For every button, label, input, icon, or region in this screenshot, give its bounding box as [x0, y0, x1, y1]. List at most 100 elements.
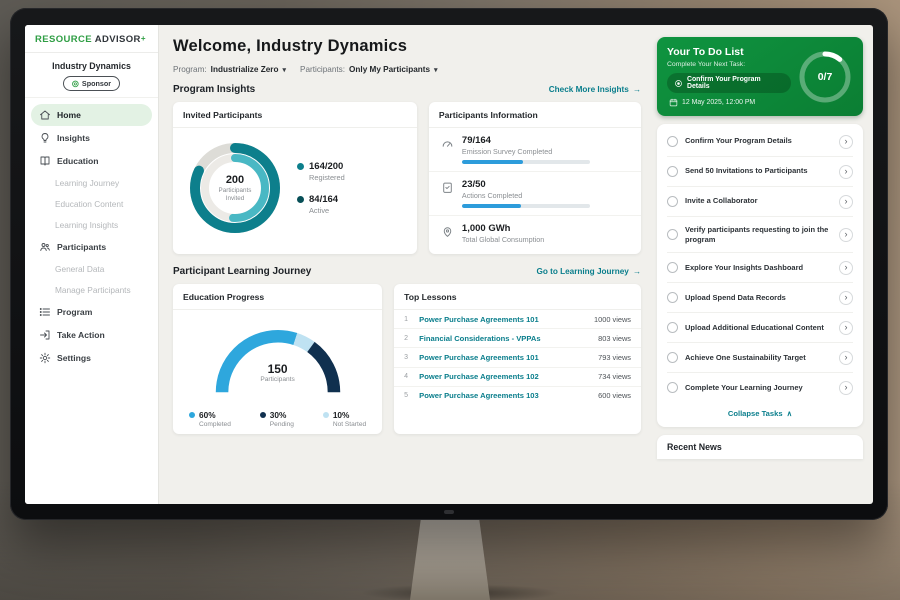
- legend-dot: [297, 196, 304, 203]
- lesson-link[interactable]: Power Purchase Agreements 103: [419, 391, 591, 400]
- lesson-row[interactable]: 4 Power Purchase Agreements 102 734 view…: [394, 368, 641, 387]
- legend-label: Registered: [309, 173, 345, 182]
- sidebar-item-label: Manage Participants: [55, 285, 131, 295]
- target-icon: ◎: [72, 80, 79, 88]
- legend-label: Pending: [270, 421, 294, 428]
- collapse-tasks-button[interactable]: Collapse Tasks ∧: [667, 402, 853, 422]
- task-item[interactable]: Verify participants requesting to join t…: [667, 217, 853, 253]
- arrow-right-icon: →: [633, 85, 641, 94]
- task-item[interactable]: Explore Your Insights Dashboard ›: [667, 253, 853, 283]
- task-checkbox[interactable]: [667, 352, 678, 363]
- org-name: Industry Dynamics: [33, 61, 150, 71]
- lesson-row[interactable]: 1 Power Purchase Agreements 101 1000 vie…: [394, 310, 641, 329]
- info-value: 79/164: [462, 135, 590, 146]
- invited-donut-chart: 200 Participants Invited: [183, 136, 287, 240]
- task-checkbox[interactable]: [667, 229, 678, 240]
- lesson-link[interactable]: Financial Considerations - VPPAs: [419, 334, 591, 343]
- brand-secondary: ADVISOR: [95, 34, 141, 45]
- task-item[interactable]: Upload Spend Data Records ›: [667, 283, 853, 313]
- sidebar-item-label: Education: [57, 156, 99, 166]
- recent-news-header[interactable]: Recent News: [657, 435, 863, 459]
- sidebar-item-home[interactable]: Home: [31, 104, 152, 126]
- lesson-views: 734 views: [598, 372, 631, 381]
- lesson-link[interactable]: Power Purchase Agreements 101: [419, 315, 587, 324]
- chevron-right-icon[interactable]: ›: [839, 165, 853, 179]
- go-to-learning-journey-link[interactable]: Go to Learning Journey →: [536, 267, 641, 276]
- lesson-rank: 5: [404, 392, 412, 399]
- sidebar-item-insights[interactable]: Insights: [31, 127, 152, 149]
- check-more-insights-link[interactable]: Check More Insights →: [549, 85, 641, 94]
- task-item[interactable]: Confirm Your Program Details ›: [667, 127, 853, 157]
- sidebar-item-general-data[interactable]: General Data: [31, 259, 152, 279]
- task-item[interactable]: Achieve One Sustainability Target ›: [667, 343, 853, 373]
- task-item[interactable]: Upload Additional Educational Content ›: [667, 313, 853, 343]
- next-task-chip[interactable]: Confirm Your Program Details: [667, 73, 791, 93]
- participants-select[interactable]: Only My Participants ▾: [349, 65, 438, 74]
- chevron-right-icon[interactable]: ›: [839, 135, 853, 149]
- participants-information-card: Participants Information 79/164 Emission…: [429, 102, 641, 254]
- chevron-right-icon[interactable]: ›: [839, 381, 853, 395]
- chevron-up-icon: ∧: [787, 409, 793, 418]
- donut-center: 200 Participants Invited: [183, 136, 287, 240]
- sidebar-item-settings[interactable]: Settings: [31, 347, 152, 369]
- task-checkbox[interactable]: [667, 292, 678, 303]
- app-logo: RESOURCE ADVISOR+: [25, 25, 158, 53]
- lesson-row[interactable]: 3 Power Purchase Agreements 101 793 view…: [394, 348, 641, 367]
- progress-bar: [462, 160, 590, 164]
- participants-select-value: Only My Participants: [349, 65, 430, 74]
- sidebar-item-label: Program: [57, 307, 92, 317]
- lesson-row[interactable]: 5 Power Purchase Agreements 103 600 view…: [394, 387, 641, 405]
- lesson-row[interactable]: 2 Financial Considerations - VPPAs 803 v…: [394, 329, 641, 348]
- list-icon: [39, 306, 51, 318]
- sidebar-item-education[interactable]: Education: [31, 150, 152, 172]
- sidebar-item-take-action[interactable]: Take Action: [31, 324, 152, 346]
- chevron-right-icon[interactable]: ›: [839, 291, 853, 305]
- link-label: Go to Learning Journey: [536, 267, 628, 276]
- education-legend: 60% Completed 30% Pending: [173, 403, 382, 428]
- program-select[interactable]: Industrialize Zero ▾: [211, 65, 286, 74]
- task-label: Confirm Your Program Details: [685, 136, 832, 146]
- main-content: Welcome, Industry Dynamics Program: Indu…: [159, 25, 655, 504]
- task-item[interactable]: Invite a Collaborator ›: [667, 187, 853, 217]
- clipboard-check-icon: [441, 181, 454, 194]
- task-checkbox[interactable]: [667, 382, 678, 393]
- task-item[interactable]: Complete Your Learning Journey ›: [667, 373, 853, 402]
- chevron-right-icon[interactable]: ›: [839, 351, 853, 365]
- info-label: Actions Completed: [462, 191, 590, 200]
- sidebar: RESOURCE ADVISOR+ Industry Dynamics ◎ Sp…: [25, 25, 159, 504]
- task-list-card: Confirm Your Program Details › Send 50 I…: [657, 124, 863, 427]
- task-checkbox[interactable]: [667, 136, 678, 147]
- lesson-link[interactable]: Power Purchase Agreements 101: [419, 353, 591, 362]
- sidebar-item-learning-insights[interactable]: Learning Insights: [31, 215, 152, 235]
- sidebar-item-participants[interactable]: Participants: [31, 236, 152, 258]
- sidebar-item-education-content[interactable]: Education Content: [31, 194, 152, 214]
- chevron-right-icon[interactable]: ›: [839, 195, 853, 209]
- org-block: Industry Dynamics ◎ Sponsor: [25, 53, 158, 98]
- task-checkbox[interactable]: [667, 196, 678, 207]
- chevron-right-icon[interactable]: ›: [839, 321, 853, 335]
- legend-item: 60% Completed: [189, 410, 231, 428]
- sidebar-item-manage-participants[interactable]: Manage Participants: [31, 280, 152, 300]
- task-item[interactable]: Send 50 Invitations to Participants ›: [667, 157, 853, 187]
- task-checkbox[interactable]: [667, 262, 678, 273]
- lesson-link[interactable]: Power Purchase Agreements 102: [419, 372, 591, 381]
- chevron-right-icon[interactable]: ›: [839, 261, 853, 275]
- task-checkbox[interactable]: [667, 166, 678, 177]
- action-arrow-icon: [39, 329, 51, 341]
- legend-item: 30% Pending: [260, 410, 294, 428]
- sidebar-item-program[interactable]: Program: [31, 301, 152, 323]
- card-title: Invited Participants: [173, 102, 417, 128]
- program-select-value: Industrialize Zero: [211, 65, 279, 74]
- program-filter: Program: Industrialize Zero ▾: [173, 65, 286, 74]
- gauge-center-label: Participants: [203, 376, 353, 383]
- sidebar-item-label: Learning Insights: [55, 220, 118, 230]
- participants-filter: Participants: Only My Participants ▾: [300, 65, 438, 74]
- sidebar-item-learning-journey[interactable]: Learning Journey: [31, 173, 152, 193]
- task-checkbox[interactable]: [667, 322, 678, 333]
- legend-item: 84/164 Active: [297, 194, 345, 215]
- gauge-center: 150 Participants: [203, 362, 353, 383]
- lesson-rank: 3: [404, 354, 412, 361]
- info-value: 23/50: [462, 179, 590, 190]
- legend-item: 164/200 Registered: [297, 161, 345, 182]
- chevron-right-icon[interactable]: ›: [839, 228, 853, 242]
